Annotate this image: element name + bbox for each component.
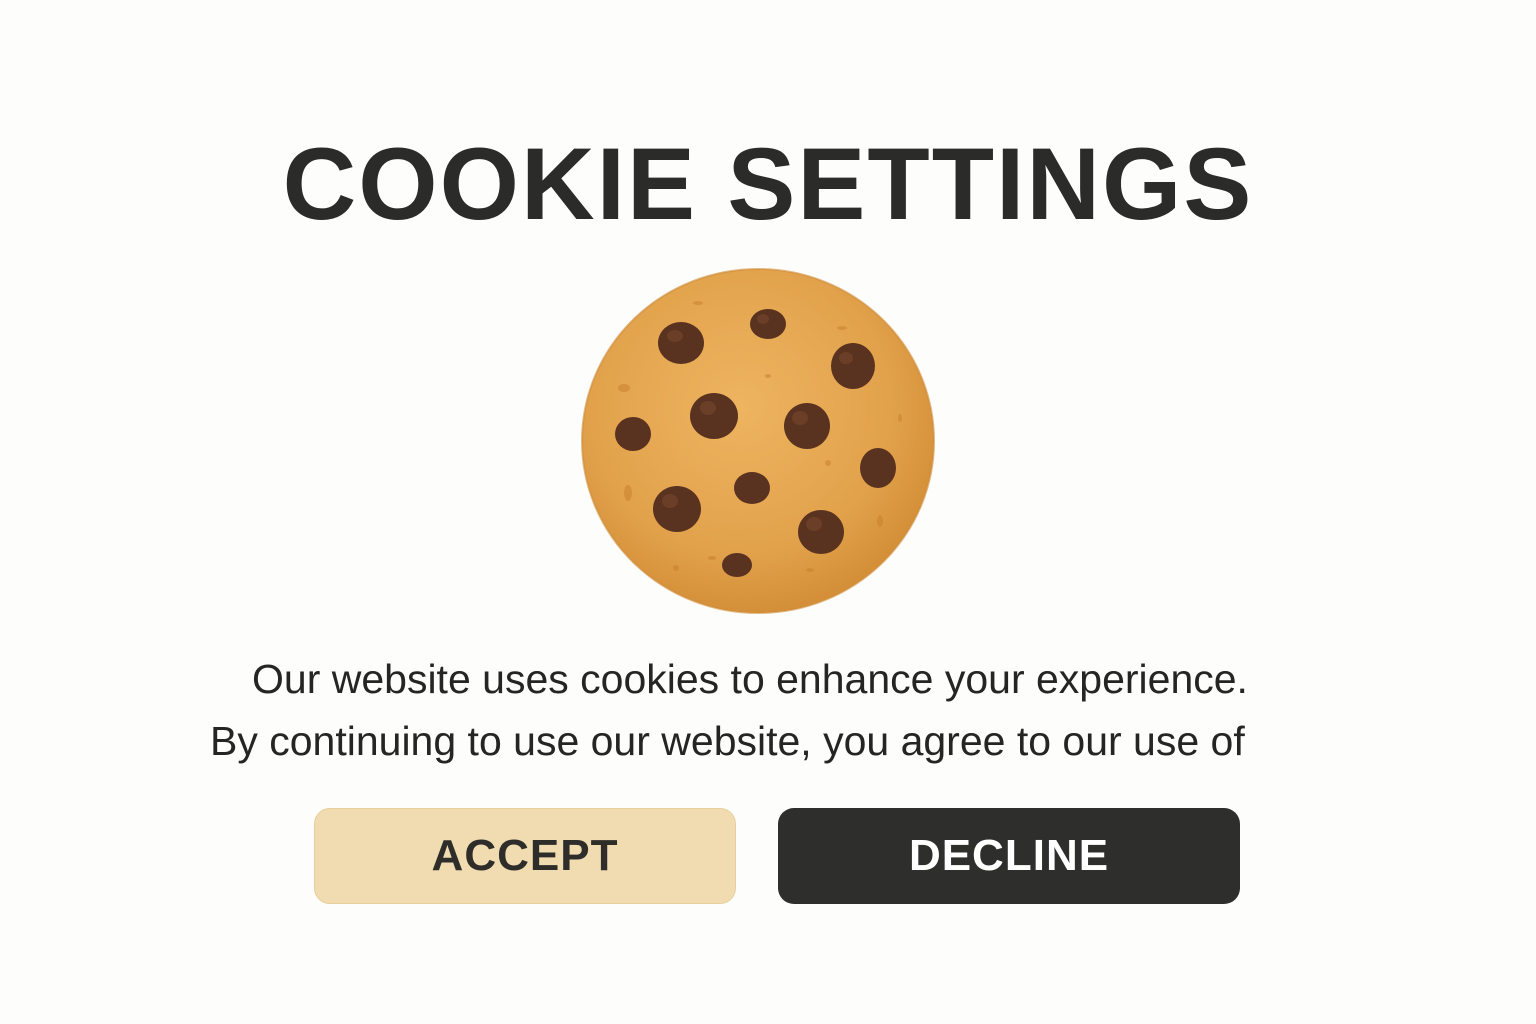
cookie-icon: [580, 268, 936, 614]
decline-button[interactable]: DECLINE: [778, 808, 1240, 904]
cookie-settings-page: COOKIE SETTINGS Our website uses cookies…: [0, 0, 1536, 1024]
accept-button[interactable]: ACCEPT: [314, 808, 736, 904]
cookie-illustration: [581, 268, 935, 614]
message-line-1: Our website uses cookies to enhance your…: [252, 656, 1248, 702]
message-line-2: By continuing to use our website, you ag…: [210, 718, 1245, 764]
page-title: COOKIE SETTINGS: [282, 127, 1254, 241]
